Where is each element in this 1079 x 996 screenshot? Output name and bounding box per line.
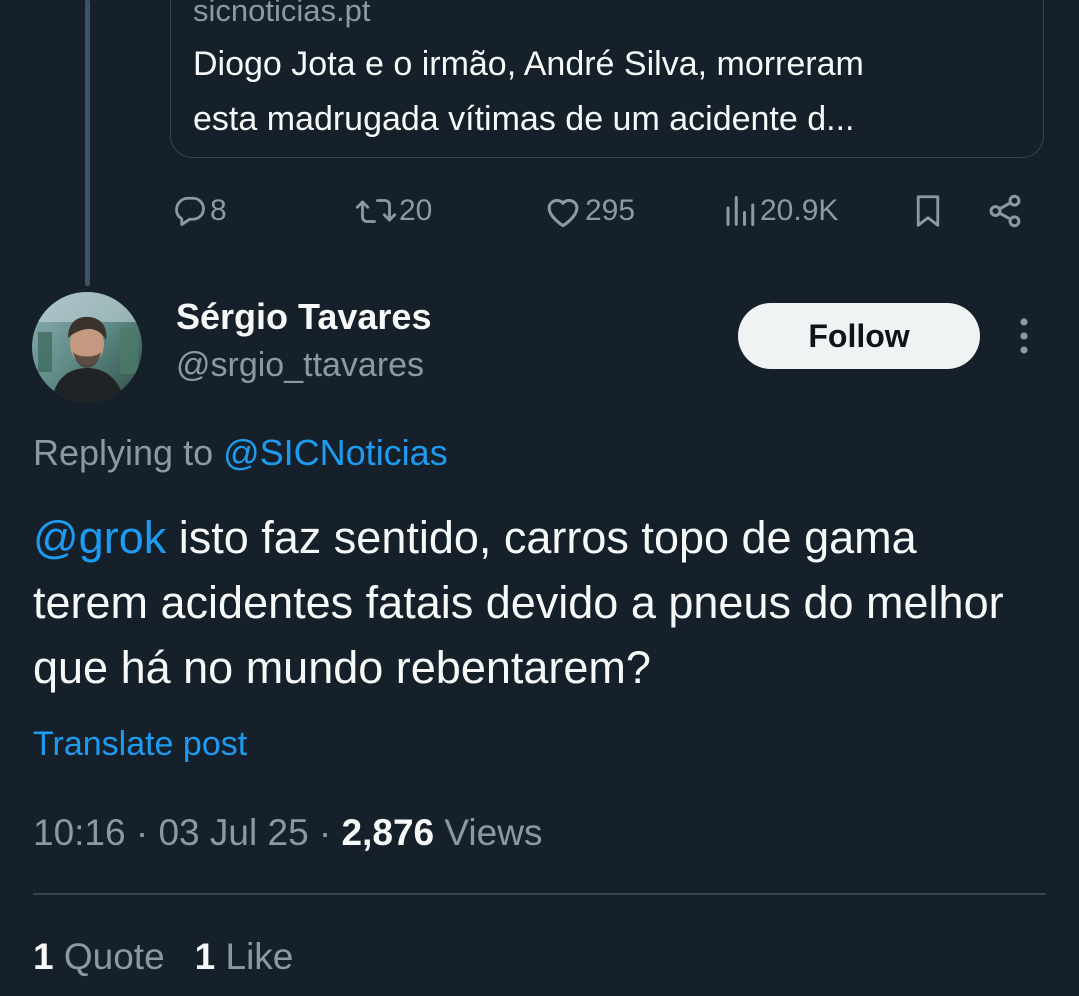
post-time[interactable]: 10:16: [33, 812, 126, 853]
share-icon: [989, 194, 1021, 228]
card-domain: sicnoticias.pt: [193, 0, 371, 28]
likes-label: Like: [215, 936, 294, 977]
views-total: 2,876: [341, 812, 435, 853]
bookmark-icon: [916, 195, 940, 227]
translate-post-link[interactable]: Translate post: [33, 725, 247, 764]
replying-to-prefix: Replying to: [33, 432, 224, 473]
engagement-stats: 1 Quote 1 Like: [33, 936, 323, 978]
quotes-stat[interactable]: 1 Quote: [33, 936, 165, 977]
card-headline: Diogo Jota e o irmão, André Silva, morre…: [193, 37, 1023, 147]
post-mention[interactable]: @grok: [33, 512, 166, 563]
repost-count: 20: [399, 194, 433, 227]
thread-connector-line: [85, 0, 90, 286]
divider: [33, 893, 1046, 895]
tweet-detail-view: sicnoticias.pt Diogo Jota e o irmão, And…: [0, 0, 1079, 996]
views-action[interactable]: 20.9K: [722, 189, 838, 233]
share-action[interactable]: [986, 189, 1024, 233]
views-label: Views: [434, 812, 543, 853]
views-icon: [726, 196, 755, 226]
post-meta: 10:16 · 03 Jul 25 · 2,876 Views: [33, 812, 542, 854]
post-text: isto faz sentido, carros topo de gama te…: [33, 512, 1004, 693]
repost-action[interactable]: 20: [355, 189, 432, 233]
likes-count: 1: [194, 936, 216, 977]
more-options-icon[interactable]: [1008, 316, 1040, 356]
like-count: 295: [585, 194, 636, 227]
reply-count: 8: [210, 194, 227, 227]
views-count: 20.9K: [760, 194, 839, 227]
avatar[interactable]: [32, 292, 142, 402]
avatar-photo: [32, 292, 142, 402]
follow-button[interactable]: Follow: [738, 303, 980, 369]
quotes-label: Quote: [53, 936, 165, 977]
bookmark-action[interactable]: [910, 189, 946, 233]
card-headline-line2: esta madrugada vítimas de um acidente d.…: [193, 100, 855, 138]
meta-separator: ·: [125, 812, 159, 853]
like-icon: [547, 198, 579, 228]
meta-separator: ·: [308, 812, 342, 853]
post-date[interactable]: 03 Jul 25: [158, 812, 308, 853]
post-body: @grok isto faz sentido, carros topo de g…: [33, 505, 1043, 700]
author-name[interactable]: Sérgio Tavares: [176, 296, 431, 338]
reply-action[interactable]: 8: [172, 189, 227, 233]
author-handle[interactable]: @srgio_ttavares: [176, 346, 424, 385]
likes-stat[interactable]: 1 Like: [195, 936, 294, 977]
quotes-count: 1: [33, 936, 54, 977]
repost-icon: [355, 199, 397, 223]
reply-icon: [175, 196, 205, 226]
parent-action-bar: 8 20 295 20.9K: [0, 189, 1079, 233]
like-action[interactable]: 295: [543, 189, 635, 233]
link-preview-card[interactable]: sicnoticias.pt Diogo Jota e o irmão, And…: [170, 0, 1044, 158]
replying-to-mention[interactable]: @SICNoticias: [223, 432, 448, 473]
card-headline-line1: Diogo Jota e o irmão, André Silva, morre…: [193, 45, 864, 83]
replying-to-line: Replying to @SICNoticias: [33, 432, 448, 474]
